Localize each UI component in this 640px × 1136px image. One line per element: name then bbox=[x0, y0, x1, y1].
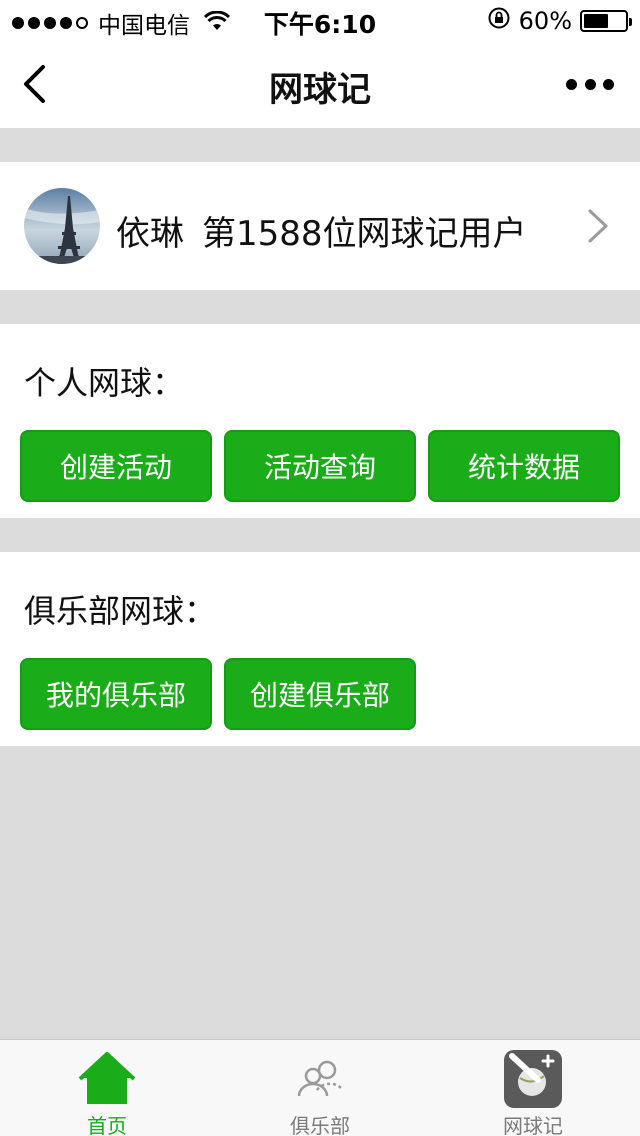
more-dots-icon bbox=[603, 78, 614, 90]
status-right: 60% bbox=[487, 6, 632, 36]
tab-label-club: 俱乐部 bbox=[290, 1114, 350, 1136]
status-bar: 中国电信 下午6:10 60% bbox=[0, 0, 640, 40]
home-icon bbox=[78, 1052, 136, 1104]
my-club-button[interactable]: 我的俱乐部 bbox=[20, 658, 212, 730]
battery-icon bbox=[580, 10, 632, 32]
more-dots-icon bbox=[584, 78, 596, 90]
user-name: 依琳 bbox=[116, 214, 184, 254]
battery-percent: 60% bbox=[518, 7, 572, 35]
personal-button-row: 创建活动 活动查询 统计数据 bbox=[20, 430, 620, 502]
create-activity-button[interactable]: 创建活动 bbox=[20, 430, 212, 502]
user-rank: 第1588位网球记用户 bbox=[202, 214, 527, 254]
tab-tennis-record[interactable]: 网球记 bbox=[426, 1040, 640, 1136]
activity-search-button[interactable]: 活动查询 bbox=[224, 430, 416, 502]
more-options-button[interactable] bbox=[566, 70, 614, 98]
club-tennis-section: 俱乐部网球： 我的俱乐部 创建俱乐部 bbox=[0, 552, 640, 746]
create-club-button[interactable]: 创建俱乐部 bbox=[224, 658, 416, 730]
personal-tennis-section: 个人网球： 创建活动 活动查询 统计数据 bbox=[0, 324, 640, 518]
tab-home[interactable]: 首页 bbox=[0, 1040, 214, 1136]
profile-card[interactable]: 依琳 第1588位网球记用户 bbox=[0, 162, 640, 290]
statistics-button[interactable]: 统计数据 bbox=[428, 430, 620, 502]
tennis-app-icon bbox=[504, 1050, 562, 1108]
rotation-lock-icon bbox=[487, 6, 511, 36]
page-title: 网球记 bbox=[269, 70, 371, 110]
section-title-club: 俱乐部网球： bbox=[24, 592, 217, 630]
nav-bar: 网球记 bbox=[0, 40, 640, 128]
club-button-row: 我的俱乐部 创建俱乐部 bbox=[20, 658, 416, 730]
section-title-personal: 个人网球： bbox=[24, 364, 185, 402]
battery-level bbox=[584, 14, 608, 28]
users-icon bbox=[297, 1060, 342, 1097]
tab-label-tennis-record: 网球记 bbox=[503, 1114, 563, 1136]
tab-bar: 首页 俱乐部 网球记 bbox=[0, 1039, 640, 1136]
tab-club[interactable]: 俱乐部 bbox=[213, 1040, 427, 1136]
chevron-right-icon bbox=[588, 209, 608, 243]
avatar bbox=[24, 188, 100, 264]
tab-label-home: 首页 bbox=[87, 1114, 127, 1136]
more-dots-icon bbox=[566, 78, 577, 90]
